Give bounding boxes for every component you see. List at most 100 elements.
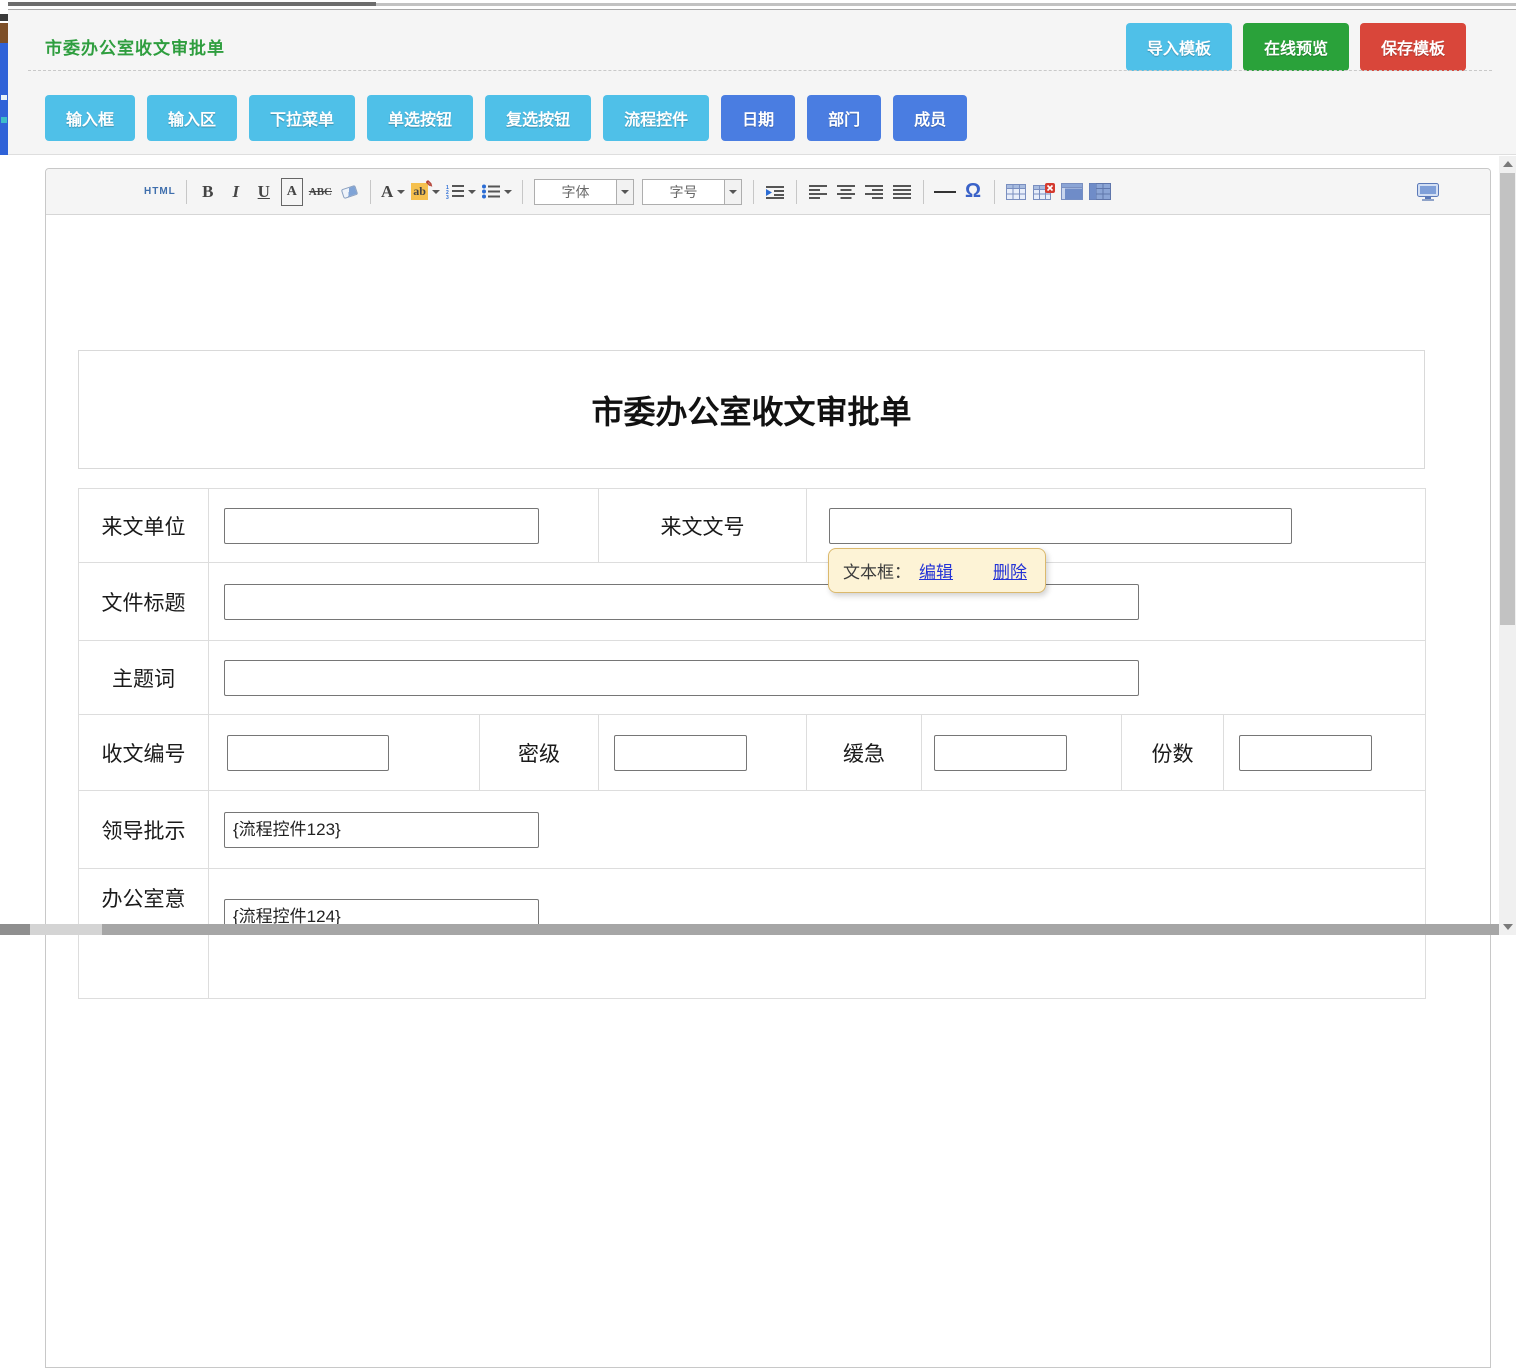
delete-table-button[interactable] (1033, 178, 1055, 206)
align-justify-button[interactable] (891, 178, 913, 206)
input-leader-instructions[interactable]: {流程控件123} (224, 812, 539, 848)
chevron-down-icon (729, 190, 737, 194)
align-center-button[interactable] (835, 178, 857, 206)
special-character-button[interactable]: Ω (962, 178, 984, 206)
form-table: 来文单位 来文文号 文件标题 主题词 收文编号 密 (78, 488, 1426, 999)
cell-properties-icon (1061, 183, 1083, 200)
widget-button-radio[interactable]: 单选按钮 (367, 95, 473, 141)
cell-properties-button[interactable] (1061, 178, 1083, 206)
widget-button-input-box[interactable]: 输入框 (45, 95, 135, 141)
cell-document-title (209, 563, 1426, 641)
input-urgency[interactable] (934, 735, 1067, 771)
align-left-button[interactable] (807, 178, 829, 206)
cell-receipt-number (209, 715, 480, 791)
highlight-color-button[interactable]: ab✎ (411, 178, 440, 206)
tooltip-edit-link[interactable]: 编辑 (919, 558, 953, 583)
font-frame-button[interactable]: A (281, 178, 303, 206)
strikethrough-button[interactable]: ABC (309, 178, 332, 206)
input-receipt-number[interactable] (227, 735, 389, 771)
ordered-list-button[interactable]: 1 2 3 (446, 178, 476, 206)
source-html-button[interactable]: HTML (144, 178, 176, 206)
font-family-select[interactable]: 字体 (534, 179, 634, 205)
toolbar-separator (994, 180, 995, 204)
toolbar-separator (753, 180, 754, 204)
pencil-icon: ✎ (425, 179, 433, 190)
tooltip-delete-link[interactable]: 删除 (993, 558, 1027, 583)
form-title-box[interactable]: 市委办公室收文审批单 (78, 350, 1425, 469)
left-edge-glyph (1, 117, 7, 123)
left-edge-fragment (0, 14, 8, 21)
text-color-button[interactable]: A (381, 178, 405, 206)
label-receipt-number: 收文编号 (79, 715, 209, 791)
label-sending-unit: 来文单位 (79, 489, 209, 563)
bold-button[interactable]: B (197, 178, 219, 206)
bottom-edge-fragment (0, 924, 30, 935)
underline-button[interactable]: U (253, 178, 275, 206)
unordered-list-button[interactable] (482, 178, 512, 206)
widget-button-input-area[interactable]: 输入区 (147, 95, 237, 141)
table-properties-icon (1089, 183, 1111, 200)
insert-table-button[interactable] (1005, 178, 1027, 206)
table-row: 领导批示 {流程控件123} (79, 791, 1426, 869)
widget-button-flow-control[interactable]: 流程控件 (603, 95, 709, 141)
input-security-level[interactable] (614, 735, 747, 771)
fullscreen-button[interactable] (1417, 178, 1439, 206)
chevron-down-icon (621, 190, 629, 194)
bottom-window-edge (0, 924, 1516, 935)
toolbar-separator (186, 180, 187, 204)
widget-button-department[interactable]: 部门 (807, 95, 881, 141)
input-sending-unit[interactable] (224, 508, 539, 544)
dotted-separator (28, 70, 1492, 71)
input-subject-words[interactable] (224, 660, 1139, 696)
cell-leader-instructions: {流程控件123} (209, 791, 1426, 869)
scroll-down-button[interactable] (1499, 919, 1516, 935)
vertical-scrollbar[interactable] (1499, 156, 1516, 935)
align-center-icon (837, 185, 855, 199)
editor-toolbar: HTML B I U A ABC A ab✎ 1 2 3 (46, 169, 1490, 215)
input-document-number[interactable] (829, 508, 1292, 544)
cell-security-level (599, 715, 807, 791)
indent-button[interactable] (764, 178, 786, 206)
label-urgency: 缓急 (807, 715, 922, 791)
eraser-button[interactable] (338, 178, 360, 206)
left-edge-fragment (0, 23, 8, 43)
rich-text-editor: HTML B I U A ABC A ab✎ 1 2 3 (45, 168, 1491, 1368)
left-edge-fragment (0, 43, 8, 155)
arrow-up-icon (1503, 161, 1513, 167)
font-size-select[interactable]: 字号 (642, 179, 742, 205)
label-subject-words: 主题词 (79, 641, 209, 715)
widget-button-date[interactable]: 日期 (721, 95, 795, 141)
form-title: 市委办公室收文审批单 (591, 387, 911, 433)
delete-table-icon (1033, 183, 1055, 200)
bottom-edge-fragment (30, 924, 102, 935)
toolbar-separator (923, 180, 924, 204)
align-right-button[interactable] (863, 178, 885, 206)
top-edge-dark-line (8, 2, 376, 6)
tooltip-label: 文本框： (843, 558, 911, 583)
template-actions: 导入模板 在线预览 保存模板 (1126, 23, 1466, 71)
cell-subject-words (209, 641, 1426, 715)
input-copies[interactable] (1239, 735, 1372, 771)
widget-button-member[interactable]: 成员 (893, 95, 967, 141)
widget-button-dropdown[interactable]: 下拉菜单 (249, 95, 355, 141)
chevron-down-icon (397, 190, 405, 194)
font-size-dropdown-arrow[interactable] (724, 180, 741, 204)
font-family-dropdown-arrow[interactable] (616, 180, 633, 204)
horizontal-rule-button[interactable] (934, 178, 956, 206)
indent-icon (766, 185, 784, 199)
table-properties-button[interactable] (1089, 178, 1111, 206)
import-template-button[interactable]: 导入模板 (1126, 23, 1232, 71)
chevron-down-icon (468, 190, 476, 194)
widget-button-checkbox[interactable]: 复选按钮 (485, 95, 591, 141)
highlight-icon: ab✎ (411, 183, 428, 200)
label-copies: 份数 (1122, 715, 1224, 791)
scrollbar-thumb[interactable] (1500, 173, 1515, 625)
scroll-up-button[interactable] (1499, 156, 1516, 172)
table-row: 收文编号 密级 缓急 份数 (79, 715, 1426, 791)
save-template-button[interactable]: 保存模板 (1360, 23, 1466, 71)
online-preview-button[interactable]: 在线预览 (1243, 23, 1349, 71)
italic-button[interactable]: I (225, 178, 247, 206)
label-leader-instructions: 领导批示 (79, 791, 209, 869)
text-color-icon: A (381, 182, 393, 202)
cell-urgency (922, 715, 1122, 791)
